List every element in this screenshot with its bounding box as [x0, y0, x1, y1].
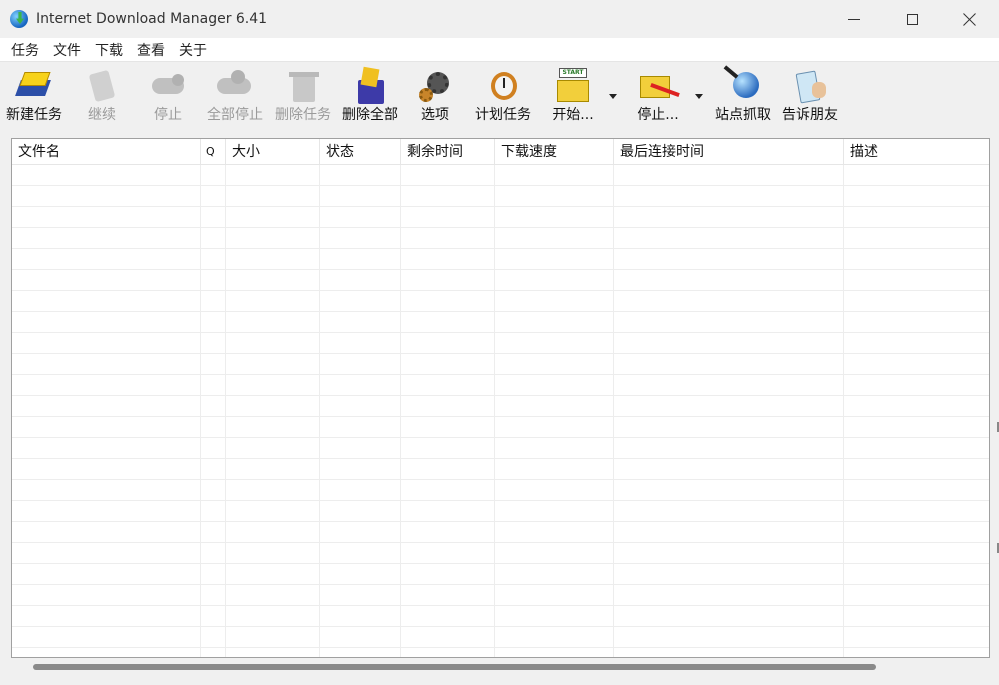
- table-row[interactable]: [12, 396, 989, 417]
- column-description[interactable]: 描述: [844, 139, 989, 165]
- menu-view[interactable]: 查看: [130, 40, 172, 60]
- site-grabber-label: 站点抓取: [715, 107, 771, 123]
- scheduler-label: 计划任务: [475, 107, 531, 123]
- stop-all-button[interactable]: 全部停止: [204, 66, 266, 130]
- start-queue-icon: START: [551, 66, 595, 106]
- table-row[interactable]: [12, 312, 989, 333]
- table-row[interactable]: [12, 333, 989, 354]
- delete-task-icon: [281, 66, 325, 106]
- column-file-name[interactable]: 文件名: [12, 139, 201, 165]
- menu-help[interactable]: 关于: [172, 40, 214, 60]
- download-list[interactable]: 文件名 Q 大小 状态 剩余时间 下载速度 最后连接时间 描述: [11, 138, 990, 658]
- window-title: Internet Download Manager 6.41: [36, 11, 268, 27]
- add-download-icon: [12, 66, 56, 106]
- table-row[interactable]: [12, 375, 989, 396]
- start-queue-dropdown-arrow-icon[interactable]: [609, 94, 617, 99]
- table-row[interactable]: [12, 459, 989, 480]
- table-row[interactable]: [12, 291, 989, 312]
- table-row[interactable]: [12, 480, 989, 501]
- table-row[interactable]: [12, 417, 989, 438]
- column-last-try-date[interactable]: 最后连接时间: [614, 139, 844, 165]
- scheduler-button[interactable]: 计划任务: [472, 66, 534, 130]
- resume-label: 继续: [88, 107, 116, 123]
- table-row[interactable]: [12, 249, 989, 270]
- maximize-button[interactable]: [883, 0, 941, 38]
- add-download-label: 新建任务: [6, 107, 62, 123]
- horizontal-scrollbar[interactable]: [12, 659, 989, 675]
- table-row[interactable]: [12, 585, 989, 606]
- minimize-button[interactable]: [825, 0, 883, 38]
- stop-queue-icon: [636, 66, 680, 106]
- window-controls: [825, 0, 999, 38]
- table-row[interactable]: [12, 354, 989, 375]
- table-row[interactable]: [12, 606, 989, 627]
- minimize-icon: [848, 18, 860, 20]
- table-row[interactable]: [12, 522, 989, 543]
- menu-tasks[interactable]: 任务: [4, 40, 46, 60]
- table-row[interactable]: [12, 207, 989, 228]
- stop-queue-label: 停止...: [637, 107, 679, 123]
- close-button[interactable]: [941, 0, 999, 38]
- options-button[interactable]: 选项: [413, 66, 457, 130]
- start-badge: START: [559, 68, 587, 78]
- horizontal-scrollbar-thumb[interactable]: [33, 664, 876, 670]
- menu-bar: 任务 文件 下载 查看 关于: [0, 38, 999, 62]
- table-row[interactable]: [12, 627, 989, 648]
- close-icon: [963, 12, 977, 26]
- toolbar: 新建任务 继续 停止 全部停止 删除任务 删除全部 选项 计划任务 START …: [0, 62, 999, 134]
- tell-a-friend-label: 告诉朋友: [782, 107, 838, 123]
- tell-a-friend-icon: [788, 66, 832, 106]
- start-queue-button[interactable]: START 开始...: [546, 66, 600, 130]
- stop-all-label: 全部停止: [207, 107, 263, 123]
- delete-all-button[interactable]: 删除全部: [339, 66, 401, 130]
- resume-icon: [80, 66, 124, 106]
- column-queue[interactable]: Q: [201, 139, 226, 165]
- options-gear-icon: [413, 66, 457, 106]
- stop-button[interactable]: 停止: [145, 66, 191, 130]
- column-size[interactable]: 大小: [226, 139, 320, 165]
- table-row[interactable]: [12, 228, 989, 249]
- list-header: 文件名 Q 大小 状态 剩余时间 下载速度 最后连接时间 描述: [12, 139, 989, 165]
- title-bar[interactable]: Internet Download Manager 6.41: [0, 0, 999, 38]
- stop-queue-dropdown-arrow-icon[interactable]: [695, 94, 703, 99]
- column-status[interactable]: 状态: [320, 139, 401, 165]
- idm-app-icon: [10, 9, 30, 29]
- site-grabber-button[interactable]: 站点抓取: [712, 65, 774, 130]
- delete-task-button[interactable]: 删除任务: [272, 66, 334, 130]
- menu-file[interactable]: 文件: [46, 40, 88, 60]
- table-row[interactable]: [12, 165, 989, 186]
- stop-all-icon: [213, 66, 257, 106]
- table-row[interactable]: [12, 270, 989, 291]
- column-transfer-rate[interactable]: 下载速度: [495, 139, 614, 165]
- stop-icon: [146, 66, 190, 106]
- tell-a-friend-button[interactable]: 告诉朋友: [779, 66, 841, 130]
- table-row[interactable]: [12, 543, 989, 564]
- table-row[interactable]: [12, 438, 989, 459]
- table-row[interactable]: [12, 564, 989, 585]
- maximize-icon: [906, 13, 918, 25]
- resume-button[interactable]: 继续: [80, 66, 124, 130]
- list-rows: [12, 165, 989, 657]
- menu-downloads[interactable]: 下载: [88, 40, 130, 60]
- delete-all-label: 删除全部: [342, 107, 398, 123]
- stop-label: 停止: [154, 107, 182, 123]
- add-download-button[interactable]: 新建任务: [4, 66, 64, 130]
- table-row[interactable]: [12, 501, 989, 522]
- delete-all-icon: [348, 66, 392, 106]
- options-label: 选项: [421, 107, 449, 123]
- stop-queue-button[interactable]: 停止...: [628, 66, 688, 130]
- start-queue-label: 开始...: [552, 107, 594, 123]
- site-grabber-icon: [721, 65, 765, 106]
- scheduler-clock-icon: [481, 66, 525, 106]
- table-row[interactable]: [12, 186, 989, 207]
- delete-task-label: 删除任务: [275, 107, 331, 123]
- column-time-left[interactable]: 剩余时间: [401, 139, 495, 165]
